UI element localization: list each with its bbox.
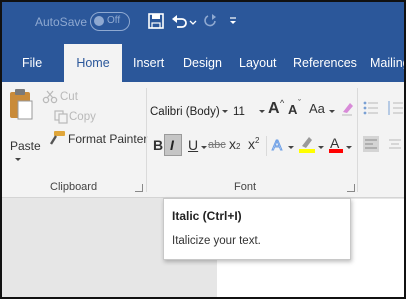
font-name-value: Calibri (Body) bbox=[150, 106, 220, 118]
group-separator bbox=[266, 136, 267, 156]
autosave-label: AutoSave bbox=[35, 15, 88, 29]
clipboard-dialog-launcher-icon[interactable] bbox=[135, 184, 143, 192]
cut-icon[interactable] bbox=[42, 90, 58, 104]
underline-button[interactable]: U bbox=[188, 137, 198, 153]
autosave-toggle[interactable]: Off bbox=[90, 12, 130, 31]
tab-insert[interactable]: Insert bbox=[133, 44, 164, 82]
autosave-state: Off bbox=[107, 15, 121, 26]
font-color-dropdown-icon[interactable] bbox=[345, 145, 353, 151]
italic-tooltip: Italic (Ctrl+I) Italicize your text. bbox=[163, 198, 351, 260]
superscript-label: x bbox=[248, 136, 255, 152]
copy-icon[interactable] bbox=[54, 110, 68, 124]
change-case-dropdown-icon[interactable] bbox=[328, 109, 336, 115]
grow-font-caret-icon: ^ bbox=[280, 98, 285, 108]
tab-file[interactable]: File bbox=[22, 44, 42, 82]
paste-dropdown-icon[interactable] bbox=[13, 156, 23, 164]
font-name-dropdown-icon[interactable] bbox=[221, 109, 229, 115]
svg-text:A: A bbox=[272, 137, 282, 154]
ribbon: Paste Cut Copy Format Painter Clipboard … bbox=[2, 82, 404, 198]
clear-formatting-icon[interactable] bbox=[340, 100, 354, 116]
tab-references[interactable]: References bbox=[293, 44, 357, 82]
font-name-combobox[interactable]: Calibri (Body) bbox=[150, 102, 222, 124]
tab-home[interactable]: Home bbox=[64, 44, 122, 82]
font-dialog-launcher-icon[interactable] bbox=[347, 184, 355, 192]
bold-button[interactable]: B bbox=[153, 137, 163, 153]
shrink-font-caret-icon: ˇ bbox=[298, 98, 301, 108]
copy-label[interactable]: Copy bbox=[69, 111, 96, 123]
change-case-button[interactable]: Aa bbox=[309, 101, 325, 116]
group-separator bbox=[146, 88, 147, 192]
paste-label[interactable]: Paste bbox=[10, 139, 41, 153]
tooltip-description: Italicize your text. bbox=[172, 235, 261, 247]
svg-text:A: A bbox=[330, 135, 340, 151]
highlight-dropdown-icon[interactable] bbox=[317, 145, 325, 151]
subscript-label: x bbox=[229, 136, 236, 152]
word-window: AutoSave Off File Home Insert Design Lay… bbox=[0, 0, 406, 299]
subscript-mark: 2 bbox=[236, 142, 241, 151]
save-icon[interactable] bbox=[147, 12, 165, 30]
customize-toolbar-icon[interactable] bbox=[228, 12, 238, 30]
italic-label: I bbox=[170, 137, 174, 153]
align-left-icon[interactable] bbox=[363, 136, 379, 152]
text-effects-dropdown-icon[interactable] bbox=[287, 145, 295, 151]
superscript-mark: 2 bbox=[255, 136, 260, 145]
format-painter-icon[interactable] bbox=[48, 130, 66, 146]
font-size-dropdown-icon[interactable] bbox=[258, 109, 266, 115]
superscript-button[interactable]: x2 bbox=[248, 136, 259, 152]
align-center-icon[interactable] bbox=[387, 136, 403, 152]
tab-layout[interactable]: Layout bbox=[239, 44, 277, 82]
bullets-icon[interactable] bbox=[363, 100, 379, 116]
strikethrough-button[interactable]: abc bbox=[208, 139, 226, 151]
numbering-icon[interactable] bbox=[388, 100, 404, 116]
undo-icon[interactable] bbox=[170, 12, 188, 30]
group-separator bbox=[357, 88, 358, 192]
tab-design[interactable]: Design bbox=[183, 44, 222, 82]
grow-font-icon[interactable]: A bbox=[268, 100, 280, 118]
tooltip-title: Italic (Ctrl+I) bbox=[172, 209, 242, 223]
autosave-knob bbox=[94, 16, 104, 26]
subscript-button[interactable]: x2 bbox=[229, 136, 240, 152]
italic-button[interactable]: I bbox=[164, 134, 182, 156]
paste-icon[interactable] bbox=[8, 87, 34, 121]
title-bar: AutoSave Off bbox=[2, 2, 404, 44]
underline-dropdown-icon[interactable] bbox=[200, 145, 208, 151]
font-size-value: 11 bbox=[233, 106, 245, 118]
undo-dropdown-icon[interactable] bbox=[188, 12, 198, 30]
redo-icon[interactable] bbox=[202, 12, 220, 30]
clipboard-group-label: Clipboard bbox=[50, 181, 98, 193]
text-effects-icon[interactable]: A bbox=[270, 136, 286, 155]
cut-label[interactable]: Cut bbox=[60, 91, 78, 103]
font-group-label: Font bbox=[234, 181, 257, 193]
font-color-icon[interactable]: A bbox=[328, 134, 344, 154]
highlight-color-icon[interactable] bbox=[298, 134, 316, 154]
ribbon-tabs: File Home Insert Design Layout Reference… bbox=[2, 44, 404, 82]
tab-mailings[interactable]: Mailings bbox=[370, 44, 404, 82]
shrink-font-icon[interactable]: A bbox=[288, 102, 297, 117]
format-painter-label[interactable]: Format Painter bbox=[68, 132, 147, 146]
